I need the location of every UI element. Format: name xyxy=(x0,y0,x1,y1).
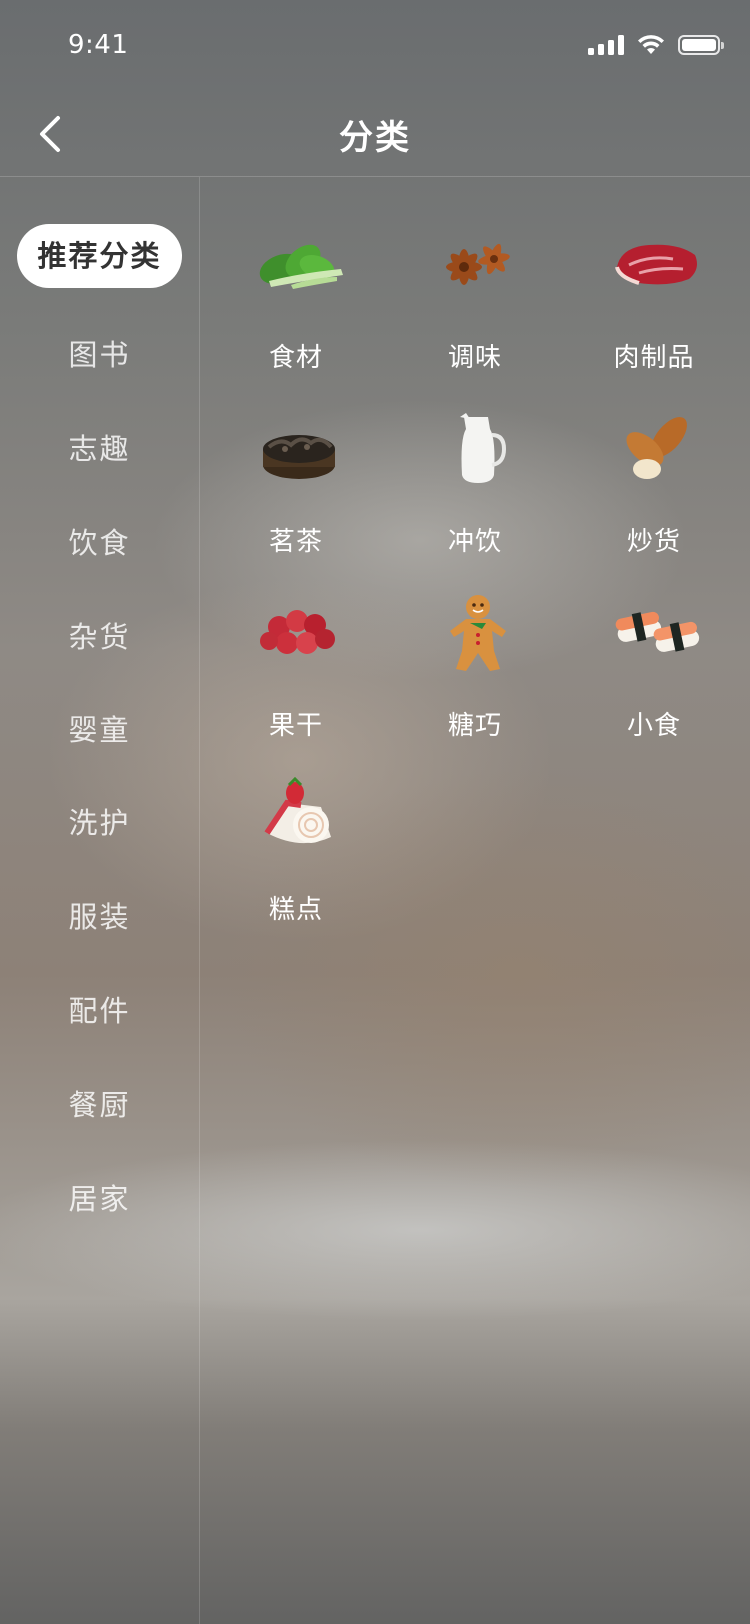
sidebar-item-food[interactable]: 饮食 xyxy=(0,511,199,571)
category-label: 小食 xyxy=(626,711,681,741)
category-item[interactable]: 小食 xyxy=(564,545,744,741)
category-item[interactable]: 糖巧 xyxy=(385,545,565,741)
sidebar-item-personal-care[interactable]: 洗护 xyxy=(0,791,199,851)
battery-icon xyxy=(678,35,724,55)
category-item[interactable]: 果干 xyxy=(206,545,386,741)
sidebar-item-label: 配件 xyxy=(68,994,131,1028)
status-icons xyxy=(588,34,724,56)
cellular-signal-icon xyxy=(588,35,624,55)
category-item[interactable]: 食材 xyxy=(206,177,386,373)
sidebar-item-accessories[interactable]: 配件 xyxy=(0,979,199,1039)
sidebar-item-label: 婴童 xyxy=(68,713,131,747)
sidebar-item-baby[interactable]: 婴童 xyxy=(0,698,199,758)
sidebar-item-label: 志趣 xyxy=(68,432,131,466)
status-time: 9:41 xyxy=(68,30,129,60)
wifi-icon xyxy=(638,35,664,54)
sidebar-item-kitchen[interactable]: 餐厨 xyxy=(0,1073,199,1133)
sidebar-item-label: 居家 xyxy=(68,1182,131,1216)
category-item[interactable]: 冲饮 xyxy=(385,361,565,557)
status-bar: 9:41 xyxy=(0,0,750,88)
sidebar-item-label: 推荐分类 xyxy=(17,224,182,288)
category-item[interactable]: 炒货 xyxy=(564,361,744,557)
tea-leaves-icon xyxy=(263,435,335,479)
sidebar-item-label: 餐厨 xyxy=(68,1088,131,1122)
sidebar-item-groceries[interactable]: 杂货 xyxy=(0,605,199,665)
bok-choy-icon xyxy=(259,244,343,289)
category-sidebar: 推荐分类 图书 志趣 饮食 杂货 婴童 洗护 服装 配件 餐厨 居家 xyxy=(0,177,200,1624)
sidebar-item-clothing[interactable]: 服装 xyxy=(0,885,199,945)
sidebar-item-label: 杂货 xyxy=(68,620,131,654)
swiss-roll-icon xyxy=(264,777,331,844)
milk-jug-icon xyxy=(460,413,507,483)
steak-icon xyxy=(615,244,697,285)
sidebar-item-label: 服装 xyxy=(68,900,131,934)
category-label: 糖巧 xyxy=(447,711,502,741)
category-item[interactable]: 糕点 xyxy=(206,729,386,925)
sidebar-item-recommended[interactable]: 推荐分类 xyxy=(0,224,199,288)
category-item[interactable]: 茗茶 xyxy=(206,361,386,557)
gingerbread-man-icon xyxy=(450,595,506,671)
star-anise-icon xyxy=(446,243,510,285)
sidebar-item-interests[interactable]: 志趣 xyxy=(0,417,199,477)
nav-bar: 分类 xyxy=(0,88,750,177)
category-item[interactable]: 肉制品 xyxy=(564,177,744,373)
category-item[interactable]: 调味 xyxy=(385,177,565,373)
almonds-icon xyxy=(626,417,687,479)
sidebar-item-books[interactable]: 图书 xyxy=(0,323,199,383)
sushi-icon xyxy=(615,611,700,652)
page-title: 分类 xyxy=(339,118,411,158)
sidebar-item-label: 饮食 xyxy=(68,526,131,560)
sidebar-item-home[interactable]: 居家 xyxy=(0,1167,199,1227)
sidebar-item-label: 洗护 xyxy=(68,806,131,840)
sidebar-item-label: 图书 xyxy=(68,338,131,372)
category-label: 糕点 xyxy=(268,895,323,925)
dried-dates-icon xyxy=(260,610,335,654)
